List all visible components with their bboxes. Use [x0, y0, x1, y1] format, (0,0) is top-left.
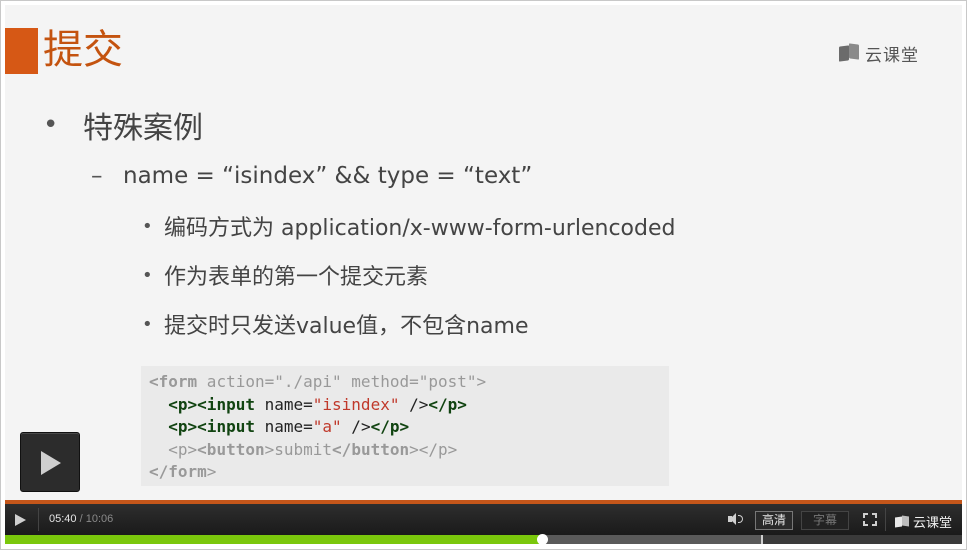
bullet-level3-text: 作为表单的第一个提交元素	[164, 265, 429, 290]
bullet-level2: – name = “isindex” && type = “text”	[91, 163, 532, 189]
bullet-level3-item: • 提交时只发送value值，不包含name	[142, 308, 528, 340]
brand-name: 云课堂	[865, 45, 919, 66]
bullet-level3-item: • 编码方式为 application/x-www-form-urlencode…	[142, 210, 675, 242]
big-play-button[interactable]	[20, 432, 80, 492]
fullscreen-icon[interactable]	[863, 513, 877, 526]
hd-quality-button[interactable]: 高清	[755, 511, 794, 530]
cloud-classroom-logo-icon	[839, 43, 859, 62]
code-line: <p><input name="a" /></p>	[168, 417, 410, 436]
title-accent-bar	[5, 28, 38, 74]
code-line: <p><input name="isindex" /></p>	[168, 394, 467, 414]
volume-icon[interactable]	[728, 512, 744, 526]
progress-played	[5, 535, 542, 544]
bullet-dash-icon: –	[91, 163, 103, 189]
bullet-dot-icon: •	[142, 264, 153, 286]
bullet-level3-item: • 作为表单的第一个提交元素	[142, 259, 428, 291]
subtitle-button[interactable]: 字幕	[801, 511, 849, 530]
bullet-level1-text: 特殊案例	[83, 111, 203, 146]
brand-logo: 云课堂	[839, 41, 919, 66]
bullet-level1: • 特殊案例	[43, 103, 203, 147]
code-line: <p><button>submit</button></p>	[168, 439, 458, 459]
progress-marker	[761, 535, 764, 544]
code-block: <form action="./api" method="post"> <p><…	[141, 366, 669, 486]
player-brand-name: 云课堂	[913, 516, 953, 531]
code-line: </form>	[149, 462, 217, 481]
player-controls: 05:40 / 10:06 高清 字幕 云课堂	[5, 504, 962, 535]
bullet-level3-text: 编码方式为 application/x-www-form-urlencoded	[164, 216, 676, 241]
player-brand[interactable]: 云课堂	[895, 512, 952, 531]
progress-bar[interactable]	[5, 534, 962, 545]
bullet-dot-icon: •	[43, 110, 59, 140]
divider	[38, 508, 39, 531]
time-display: 05:40 / 10:06	[49, 513, 113, 525]
bullet-dot-icon: •	[142, 215, 153, 237]
slide-content: 提交 云课堂 • 特殊案例 – name = “isindex” && type…	[5, 5, 962, 500]
play-icon[interactable]	[12, 513, 26, 527]
total-time: / 10:06	[79, 513, 114, 525]
code-line: <form action="./api" method="post">	[149, 372, 487, 391]
bullet-level3-text: 提交时只发送value值，不包含name	[164, 314, 529, 339]
divider	[885, 508, 886, 531]
current-time: 05:40	[49, 513, 77, 525]
cloud-classroom-logo-icon	[895, 515, 909, 528]
slide-title: 提交	[43, 27, 123, 73]
bullet-level2-text: name = “isindex” && type = “text”	[123, 163, 533, 189]
bullet-dot-icon: •	[142, 313, 153, 335]
progress-handle[interactable]	[536, 534, 548, 545]
